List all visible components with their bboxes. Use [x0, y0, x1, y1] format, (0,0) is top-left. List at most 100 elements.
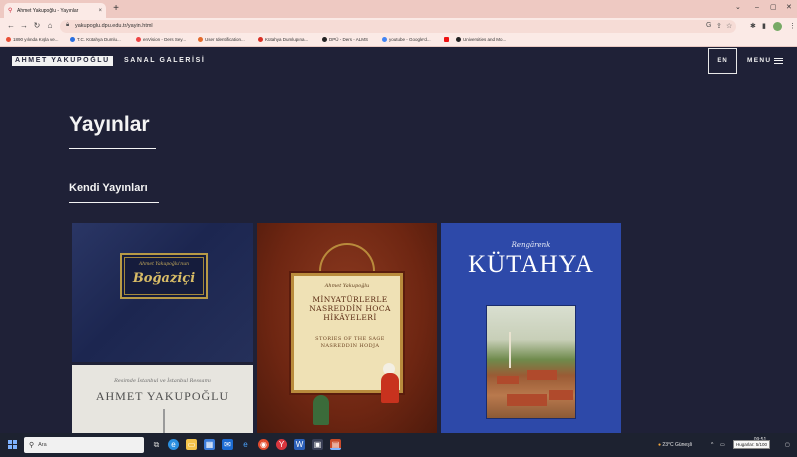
language-toggle-button[interactable]: EN	[708, 48, 737, 74]
cover-author: Ahmet Yakupoğlu'nun	[139, 262, 189, 267]
bookmark-label: Kütahya Dumlupına...	[265, 37, 309, 42]
minimize-button[interactable]: –	[755, 2, 759, 14]
bookmark-item[interactable]: Universities and Mo...	[456, 37, 506, 42]
taskbar-search-input[interactable]: ⚲ Ara	[24, 437, 144, 453]
bookmark-favicon-icon	[198, 37, 203, 42]
cover-author: Ahmet Yakupoğlu	[324, 283, 370, 289]
book-cover-istanbul[interactable]: Resimde İstanbul ve İstanbul Ressamı AHM…	[72, 365, 253, 433]
roof-illustration	[549, 390, 573, 400]
yandex-icon[interactable]: Y	[276, 439, 287, 450]
bookmark-star-icon[interactable]: ☆	[726, 22, 732, 30]
book-cover-bogazici[interactable]: Ahmet Yakupoğlu'nun Boğaziçi	[72, 223, 253, 362]
side-panel-icon[interactable]: ▮	[762, 21, 766, 32]
globe-icon	[456, 37, 461, 42]
home-icon[interactable]: ⌂	[45, 20, 55, 32]
menu-button[interactable]: MENU	[747, 57, 784, 64]
bookmark-item[interactable]	[444, 37, 451, 42]
bookmark-item[interactable]: youtube - Google'd...	[382, 37, 431, 42]
cover-title: KÜTAHYA	[468, 251, 594, 278]
book-cover-kutahya[interactable]: Rengârenk KÜTAHYA	[441, 223, 621, 433]
title-divider	[69, 148, 156, 149]
share-icon[interactable]: ⇪	[716, 22, 722, 30]
roof-illustration	[527, 370, 557, 380]
screen: ⚲ Ahmet Yakupoğlu - Yayınlar × + ⌄ – ▢ ✕…	[0, 0, 797, 457]
roof-illustration	[497, 376, 519, 384]
new-tab-button[interactable]: +	[110, 3, 122, 15]
tab-search-icon[interactable]: ⌄	[735, 2, 741, 14]
bookmark-favicon-icon	[70, 37, 75, 42]
file-explorer-icon[interactable]: ▭	[186, 439, 197, 450]
bookmark-item[interactable]: Kütahya Dumlupına...	[258, 37, 308, 42]
check-icon	[136, 37, 141, 42]
search-icon: ⚲	[29, 442, 35, 449]
bookmark-item[interactable]: 1890 yılında Kışla ve...	[6, 37, 59, 42]
bookmark-label: DPÜ - Ders - ALMS	[329, 37, 369, 42]
word-icon[interactable]: W	[294, 439, 305, 450]
bookmark-label: 1890 yılında Kışla ve...	[13, 37, 59, 42]
weather-text: 23°C Güneşli	[662, 442, 692, 448]
hamburger-icon	[774, 57, 784, 64]
site-header: AHMET YAKUPOĞLU SANAL GALERİSİ EN MENU	[0, 47, 797, 75]
tray-tooltip: Hugarlar: 5/100	[733, 440, 771, 449]
section-divider	[69, 202, 159, 203]
maximize-button[interactable]: ▢	[770, 2, 777, 14]
extensions-icon[interactable]: ✱	[750, 21, 756, 32]
active-app-icon[interactable]: ▤	[330, 439, 341, 450]
figure-illustration	[381, 373, 399, 403]
search-placeholder: Ara	[38, 442, 47, 448]
task-view-icon[interactable]: ⧉	[151, 439, 162, 450]
edge-icon[interactable]: e	[168, 439, 179, 450]
mail-icon[interactable]: ✉	[222, 439, 233, 450]
bookmark-item[interactable]: T.C. Kütahya Dumlu...	[70, 37, 121, 42]
google-icon	[382, 37, 387, 42]
chrome-icon[interactable]: ◉	[258, 439, 269, 450]
url-text[interactable]: yakupoglu.dpu.edu.tr/yayin.html	[75, 23, 153, 29]
language-label: EN	[717, 58, 728, 64]
site-favicon-icon: ⚲	[8, 7, 13, 14]
brand-logo-name[interactable]: AHMET YAKUPOĞLU	[12, 56, 113, 66]
forward-arrow-icon[interactable]: →	[19, 20, 29, 32]
brand-logo-subtitle[interactable]: SANAL GALERİSİ	[124, 57, 205, 65]
bookmark-item[interactable]: enVision - Ders Sey...	[136, 37, 186, 42]
web-page: AHMET YAKUPOĞLU SANAL GALERİSİ EN MENU Y…	[0, 47, 797, 433]
cover-pretitle: Rengârenk	[511, 241, 551, 249]
weather-widget[interactable]: ● 23°C Güneşli	[658, 440, 692, 450]
network-icon[interactable]: ▭	[720, 440, 725, 450]
start-button[interactable]	[8, 440, 17, 449]
dome-ornament	[319, 243, 375, 273]
notifications-icon[interactable]: ▢	[785, 440, 790, 450]
bookmark-item[interactable]: User Identification...	[198, 37, 245, 42]
bookmark-label: Universities and Mo...	[463, 37, 507, 42]
address-bar[interactable]: 🔒︎ yakupoglu.dpu.edu.tr/yayin.html G ⇪ ☆	[60, 20, 736, 33]
tab-title: Ahmet Yakupoğlu - Yayınlar	[17, 7, 79, 14]
minaret-illustration	[509, 332, 511, 368]
back-arrow-icon[interactable]: ←	[6, 20, 16, 32]
browser-toolbar: ← → ↻ ⌂ 🔒︎ yakupoglu.dpu.edu.tr/yayin.ht…	[0, 18, 797, 35]
store-icon[interactable]: ▦	[204, 439, 215, 450]
profile-avatar[interactable]	[773, 22, 782, 31]
cover-subtitle: Resimde İstanbul ve İstanbul Ressamı	[114, 378, 211, 384]
bookmark-item[interactable]: DPÜ - Ders - ALMS	[322, 37, 368, 42]
sun-icon: ●	[658, 442, 662, 448]
reload-icon[interactable]: ↻	[32, 20, 42, 32]
lock-icon[interactable]: 🔒︎	[66, 22, 69, 29]
browser-tab-strip: ⚲ Ahmet Yakupoğlu - Yayınlar × + ⌄ – ▢ ✕	[0, 0, 797, 18]
close-window-button[interactable]: ✕	[786, 2, 792, 14]
cover-title-plate: Ahmet Yakupoğlu'nun Boğaziçi	[120, 253, 208, 299]
cover-title: MİNYATÜRLERLE NASREDDİN HOCA HİKÂYELERİ	[309, 295, 391, 322]
section-title: Kendi Yayınları	[69, 182, 148, 194]
close-tab-icon[interactable]: ×	[98, 8, 102, 14]
figure-illustration	[313, 395, 329, 425]
tray-chevron-icon[interactable]: ^	[711, 440, 713, 450]
browser-menu-icon[interactable]: ⋮	[789, 21, 796, 32]
bookmark-label: T.C. Kütahya Dumlu...	[77, 37, 121, 42]
cover-painting	[486, 305, 576, 419]
book-cover-minyaturler[interactable]: Ahmet Yakupoğlu MİNYATÜRLERLE NASREDDİN …	[257, 223, 437, 433]
gmail-icon	[258, 37, 263, 42]
photos-icon[interactable]: ▣	[312, 439, 323, 450]
google-lens-icon[interactable]: G	[706, 22, 711, 29]
internet-explorer-icon[interactable]: e	[240, 439, 251, 450]
browser-tab[interactable]: ⚲ Ahmet Yakupoğlu - Yayınlar ×	[4, 3, 106, 18]
tower-illustration	[163, 409, 165, 433]
youtube-icon	[444, 37, 449, 42]
